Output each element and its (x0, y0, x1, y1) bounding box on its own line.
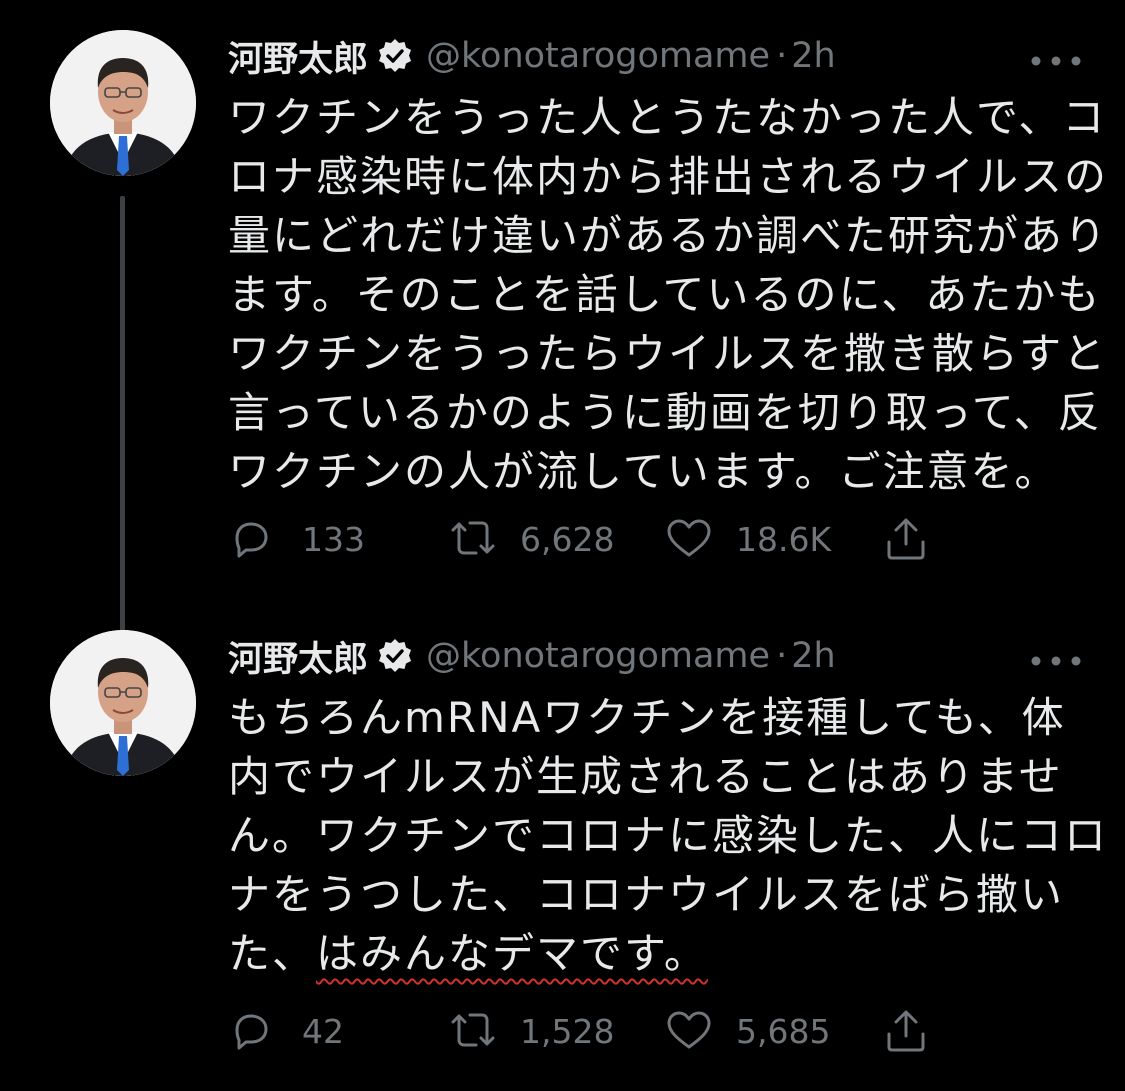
share-icon (887, 1010, 925, 1052)
reply-icon (235, 1014, 268, 1050)
avatar[interactable] (50, 30, 196, 176)
tweet-header: 河野太郎 @konotarogomame · 2h (228, 632, 836, 680)
share-button[interactable] (883, 514, 929, 564)
tweet-text-line: ます。そのことを話しているのに、あたかも (228, 270, 1102, 319)
thread-connector-line (120, 196, 125, 632)
tweet-text-line: 量にどれだけ違いがあるか調べた研究があり (228, 211, 1109, 260)
like-icon (667, 1011, 711, 1049)
tweet-timestamp[interactable]: 2h (791, 36, 835, 76)
like-icon (667, 519, 711, 557)
tweet-text: もちろんmRNAワクチンを接種しても、体 内でウイルスが生成されることはありませ… (228, 688, 1109, 983)
tweet-actions: 42 1,528 5,685 (228, 1006, 948, 1056)
like-button[interactable]: 5,685 (664, 1006, 830, 1056)
tweet-text-line: ワクチンをうった人とうたなかった人で、コ (228, 93, 1107, 142)
author-name[interactable]: 河野太郎 (228, 631, 368, 682)
tweet-text-line: ワクチンをうったらウイルスを撒き散らすと (228, 329, 1108, 378)
retweet-button[interactable]: 1,528 (448, 1006, 614, 1056)
author-handle[interactable]: @konotarogomame (426, 36, 770, 76)
separator-dot: · (776, 636, 788, 676)
tweet-text-line: もちろんmRNAワクチンを接種しても、体 (228, 693, 1066, 742)
like-button[interactable]: 18.6K (664, 514, 831, 564)
tweet-text-line: ん。ワクチンでコロナに感染した、人にコロ (228, 811, 1109, 860)
reply-count: 42 (302, 1011, 344, 1051)
author-name[interactable]: 河野太郎 (228, 31, 368, 82)
retweet-button[interactable]: 6,628 (448, 514, 614, 564)
tweet-timestamp[interactable]: 2h (791, 636, 835, 676)
tweet-text: ワクチンをうった人とうたなかった人で、コ ロナ感染時に体内から排出されるウイルス… (228, 88, 1109, 501)
share-button[interactable] (883, 1006, 929, 1056)
tweet-text-line: ワクチンの人が流しています。ご注意を。 (228, 447, 1059, 496)
retweet-icon (451, 1013, 495, 1047)
verified-badge-icon (376, 37, 414, 75)
tweet-text-line: ロナ感染時に体内から排出されるウイルスの (228, 152, 1109, 201)
tweet-text-line: 言っているかのように動画を切り取って、反 (228, 388, 1102, 437)
reply-count: 133 (302, 519, 365, 559)
underlined-phrase: はみんなデマです。 (316, 929, 708, 978)
like-count: 18.6K (736, 519, 832, 559)
tweet-text-prefix: た、 (228, 929, 317, 978)
share-icon (887, 518, 925, 560)
tweet-header: 河野太郎 @konotarogomame · 2h (228, 32, 836, 80)
more-options-icon[interactable] (1028, 52, 1084, 66)
reply-icon (235, 522, 268, 558)
tweet-text-line: ナをうつした、コロナウイルスをばら撒い (228, 870, 1065, 919)
tweet-text-line: 内でウイルスが生成されることはありませ (228, 752, 1063, 801)
like-count: 5,685 (736, 1011, 831, 1051)
author-handle[interactable]: @konotarogomame (426, 636, 770, 676)
verified-badge-icon (376, 637, 414, 675)
reply-button[interactable]: 42 (228, 1006, 344, 1056)
tweet-actions: 133 6,628 18.6K (228, 514, 948, 564)
reply-button[interactable]: 133 (228, 514, 365, 564)
retweet-count: 1,528 (520, 1011, 615, 1051)
retweet-icon (451, 521, 495, 555)
separator-dot: · (776, 36, 788, 76)
more-options-icon[interactable] (1028, 652, 1084, 666)
avatar[interactable] (50, 630, 196, 776)
tweet-text-line: た、はみんなデマです。 (228, 924, 1078, 983)
retweet-count: 6,628 (520, 519, 615, 559)
